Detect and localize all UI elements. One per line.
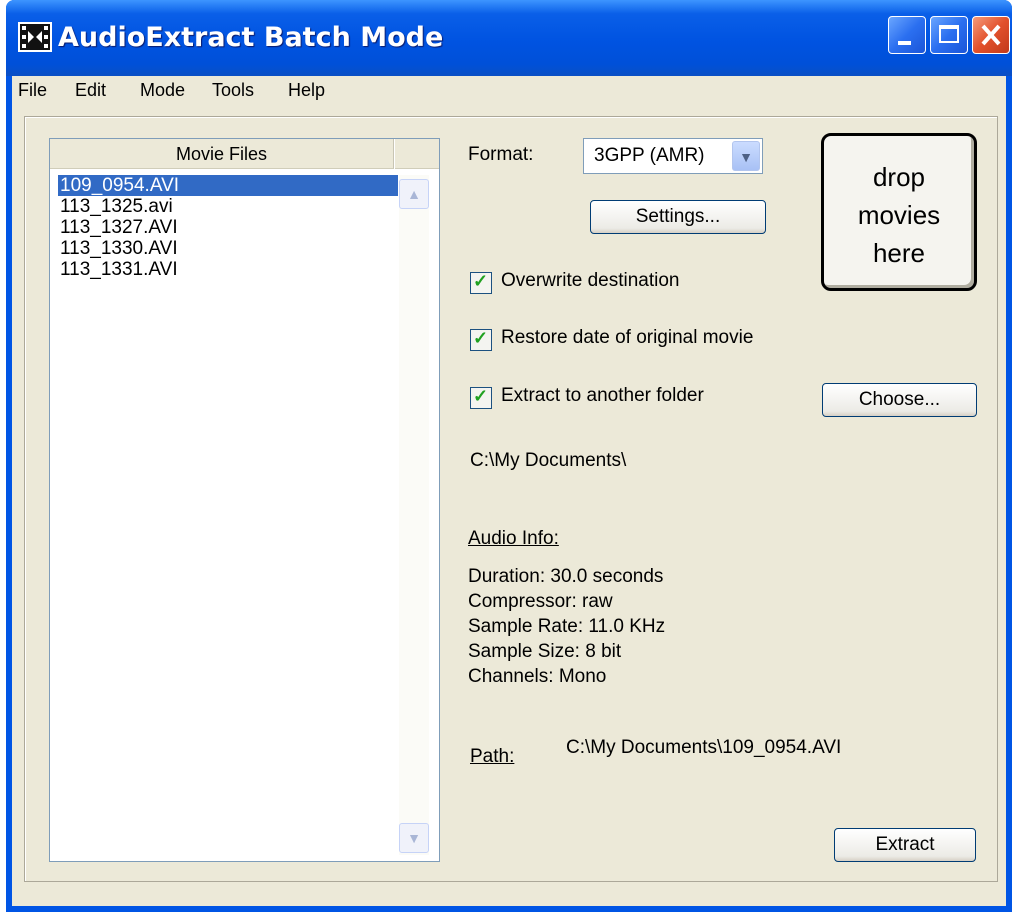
scroll-down-arrow-icon[interactable]: ▼ [399,823,429,853]
drop-zone-line: drop [872,162,926,192]
list-item[interactable]: 109_0954.AVI [58,175,398,196]
menu-file[interactable]: File [18,80,47,101]
scroll-up-arrow-icon[interactable]: ▲ [399,179,429,209]
list-item[interactable]: 113_1330.AVI [58,238,398,259]
sample-size-text: Sample Size: 8 bit [468,641,622,662]
minimize-button[interactable] [888,16,926,54]
format-value: 3GPP (AMR) [594,145,705,166]
check-icon: ✓ [473,328,489,348]
channels-text: Channels: Mono [468,666,607,687]
list-item[interactable]: 113_1327.AVI [58,217,398,238]
format-label: Format: [468,144,534,165]
title-bar[interactable]: AudioExtract Batch Mode [6,0,1012,76]
drop-zone-line: movies [857,200,941,230]
list-header-movie-files[interactable]: Movie Files [50,139,394,169]
list-item[interactable]: 113_1325.avi [58,196,398,217]
drop-zone[interactable]: drop movies here [821,133,977,291]
list-header-spacer [395,139,439,169]
folder-path: C:\My Documents\ [470,450,627,471]
check-icon: ✓ [473,271,489,291]
close-icon [981,24,1001,46]
format-select[interactable]: 3GPP (AMR) ▼ [583,138,763,174]
maximize-button[interactable] [930,16,968,54]
film-icon [18,22,52,52]
window-title: AudioExtract Batch Mode [58,22,444,53]
sample-rate-text: Sample Rate: 11.0 KHz [468,616,666,637]
restore-date-checkbox[interactable]: ✓ [470,328,492,351]
minimize-icon [898,41,911,45]
drop-zone-line: here [872,238,926,268]
extract-button[interactable]: Extract [834,828,976,862]
duration-text: Duration: 30.0 seconds [468,566,664,587]
overwrite-label[interactable]: Overwrite destination [501,270,679,292]
restore-date-label[interactable]: Restore date of original movie [501,327,753,349]
path-label: Path: [470,746,515,767]
vertical-scrollbar[interactable]: ▲ ▼ [399,175,429,855]
chevron-down-icon[interactable]: ▼ [732,141,760,171]
check-icon: ✓ [473,386,489,406]
path-value: C:\My Documents\109_0954.AVI [566,737,842,758]
menu-bar: File Edit Mode Tools Help [12,76,1006,106]
compressor-text: Compressor: raw [468,591,613,612]
movie-files-list[interactable]: Movie Files 109_0954.AVI 113_1325.avi 11… [49,138,440,862]
menu-mode[interactable]: Mode [140,80,185,101]
choose-button[interactable]: Choose... [822,383,977,417]
list-item[interactable]: 113_1331.AVI [58,259,398,280]
overwrite-checkbox[interactable]: ✓ [470,271,492,294]
audio-info-heading: Audio Info: [468,528,559,549]
menu-tools[interactable]: Tools [212,80,254,101]
menu-help[interactable]: Help [288,80,325,101]
settings-button[interactable]: Settings... [590,200,766,234]
close-button[interactable] [972,16,1010,54]
menu-edit[interactable]: Edit [75,80,106,101]
extract-folder-label[interactable]: Extract to another folder [501,385,704,407]
maximize-icon [939,25,959,43]
extract-folder-checkbox[interactable]: ✓ [470,386,492,409]
file-items: 109_0954.AVI 113_1325.avi 113_1327.AVI 1… [58,175,398,280]
